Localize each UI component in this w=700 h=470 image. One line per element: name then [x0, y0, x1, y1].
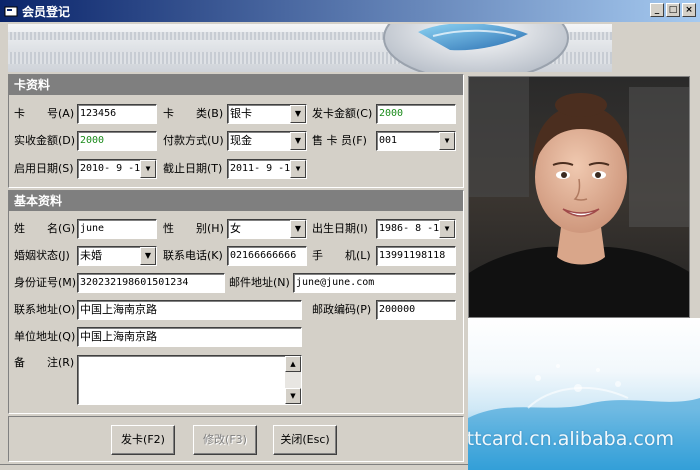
- phone-label: 联系电话(K): [163, 249, 223, 262]
- seller-value: 001: [379, 135, 398, 146]
- address-label: 联系地址(O): [14, 303, 76, 316]
- card-no-input[interactable]: 123456: [77, 104, 157, 124]
- member-photo-image: [469, 77, 689, 317]
- payment-method-value: 现金: [230, 134, 252, 147]
- chevron-down-icon[interactable]: ▼: [290, 132, 306, 150]
- basic-info-header: 基本资料: [9, 191, 463, 211]
- marital-label: 婚姻状态(J): [14, 249, 70, 262]
- card-type-label: 卡 类(B): [163, 107, 224, 120]
- issue-card-button[interactable]: 发卡(F2): [111, 425, 175, 455]
- title-bar: 会员登记 _ □ ×: [0, 0, 700, 22]
- start-date-value: 2010- 9 -19: [80, 163, 147, 174]
- seller-select[interactable]: 001 ▼: [376, 131, 456, 151]
- email-input[interactable]: june@june.com: [293, 273, 456, 293]
- card-info-header: 卡资料: [9, 75, 463, 95]
- received-amount-input[interactable]: 2000: [77, 131, 157, 151]
- minimize-button[interactable]: _: [650, 3, 664, 17]
- maximize-button[interactable]: □: [666, 3, 680, 17]
- end-date-label: 截止日期(T): [163, 162, 223, 175]
- chevron-down-icon[interactable]: ▼: [439, 220, 455, 238]
- remarks-textarea[interactable]: ▲ ▼: [77, 355, 302, 405]
- remarks-scrollbar[interactable]: ▲ ▼: [285, 356, 301, 404]
- gender-value: 女: [230, 222, 241, 235]
- app-icon: [4, 6, 18, 17]
- received-amount-label: 实收金额(D): [14, 134, 76, 147]
- chevron-down-icon[interactable]: ▼: [140, 247, 156, 265]
- card-type-value: 银卡: [230, 107, 252, 120]
- issue-amount-label: 发卡金额(C): [312, 107, 373, 120]
- gender-label: 性 别(H): [163, 222, 224, 235]
- id-no-label: 身份证号(M): [14, 276, 77, 289]
- payment-method-select[interactable]: 现金 ▼: [227, 131, 307, 151]
- banner-logo-icon: [383, 24, 569, 72]
- remarks-label: 备 注(R): [14, 356, 75, 369]
- gender-select[interactable]: 女 ▼: [227, 219, 307, 239]
- action-panel: 发卡(F2) 修改(F3) 关闭(Esc): [8, 416, 464, 462]
- header-banner: [8, 24, 612, 72]
- chevron-down-icon[interactable]: ▼: [439, 132, 455, 150]
- zip-label: 邮政编码(P): [312, 303, 372, 316]
- chevron-down-icon[interactable]: ▼: [140, 160, 156, 178]
- zip-input[interactable]: 200000: [376, 300, 456, 320]
- member-photo: [468, 76, 690, 318]
- arrow-down-icon[interactable]: ▼: [285, 388, 301, 404]
- address-input[interactable]: 中国上海南京路: [77, 300, 302, 320]
- chevron-down-icon[interactable]: ▼: [290, 105, 306, 123]
- watermark-text: sttcard.cn.alibaba.com: [468, 428, 674, 450]
- marital-value: 未婚: [80, 249, 102, 262]
- marital-select[interactable]: 未婚 ▼: [77, 246, 157, 266]
- birthday-value: 1986- 8 -15: [379, 223, 446, 234]
- modify-button[interactable]: 修改(F3): [193, 425, 257, 455]
- close-button[interactable]: 关闭(Esc): [273, 425, 337, 455]
- decorative-water-image: sttcard.cn.alibaba.com: [468, 318, 700, 470]
- basic-info-panel: 基本资料 姓 名(G) june 性 别(H) 女 ▼ 出生日期(I) 1986…: [8, 190, 464, 414]
- close-window-button[interactable]: ×: [682, 3, 696, 17]
- card-no-label: 卡 号(A): [14, 107, 75, 120]
- mobile-label: 手 机(L): [312, 249, 371, 262]
- end-date-picker[interactable]: 2011- 9 -19 ▼: [227, 159, 307, 179]
- payment-method-label: 付款方式(U): [163, 134, 224, 147]
- card-info-panel: 卡资料 卡 号(A) 123456 卡 类(B) 银卡 ▼ 发卡金额(C) 20…: [8, 74, 464, 188]
- window-title: 会员登记: [22, 4, 71, 19]
- name-label: 姓 名(G): [14, 222, 76, 235]
- arrow-up-icon[interactable]: ▲: [285, 356, 301, 372]
- company-address-input[interactable]: 中国上海南京路: [77, 327, 302, 347]
- end-date-value: 2011- 9 -19: [230, 163, 297, 174]
- phone-input[interactable]: 02166666666: [227, 246, 307, 266]
- start-date-picker[interactable]: 2010- 9 -19 ▼: [77, 159, 157, 179]
- email-label: 邮件地址(N): [229, 276, 290, 289]
- birthday-picker[interactable]: 1986- 8 -15 ▼: [376, 219, 456, 239]
- start-date-label: 启用日期(S): [14, 162, 74, 175]
- issue-amount-input[interactable]: 2000: [376, 104, 456, 124]
- bottom-edge: [0, 464, 468, 470]
- company-address-label: 单位地址(Q): [14, 330, 76, 343]
- chevron-down-icon[interactable]: ▼: [290, 220, 306, 238]
- birthday-label: 出生日期(I): [312, 222, 368, 235]
- name-input[interactable]: june: [77, 219, 157, 239]
- mobile-input[interactable]: 13991198118: [376, 246, 456, 266]
- id-no-input[interactable]: 320232198601501234: [77, 273, 225, 293]
- card-type-select[interactable]: 银卡 ▼: [227, 104, 307, 124]
- chevron-down-icon[interactable]: ▼: [290, 160, 306, 178]
- seller-label: 售 卡 员(F): [312, 134, 367, 147]
